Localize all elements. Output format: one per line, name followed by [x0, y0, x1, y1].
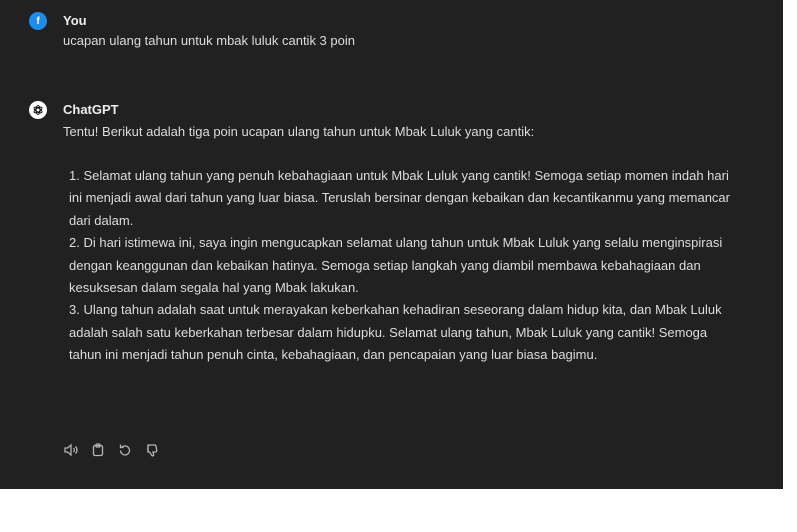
assistant-point: 3. Ulang tahun adalah saat untuk merayak…: [69, 302, 722, 363]
assistant-intro-text: Tentu! Berikut adalah tiga poin ucapan u…: [63, 124, 535, 139]
user-avatar: f: [29, 12, 47, 30]
assistant-point: 2. Di hari istimewa ini, saya ingin meng…: [69, 235, 723, 296]
thumbs-down-icon[interactable]: [144, 442, 160, 458]
assistant-point: 1. Selamat ulang tahun yang penuh kebaha…: [69, 168, 730, 228]
regenerate-icon[interactable]: [117, 442, 133, 458]
user-author-name: You: [63, 13, 87, 28]
speaker-icon[interactable]: [63, 442, 79, 458]
user-avatar-letter: f: [36, 15, 40, 27]
assistant-author-name: ChatGPT: [63, 102, 119, 117]
message-actions: [63, 442, 160, 458]
user-message-text: ucapan ulang tahun untuk mbak luluk cant…: [63, 33, 355, 48]
chat-panel: f You ucapan ulang tahun untuk mbak lulu…: [0, 0, 783, 489]
assistant-points-list: 1. Selamat ulang tahun yang penuh kebaha…: [69, 165, 734, 367]
chatgpt-logo-icon: [29, 101, 47, 119]
copy-icon[interactable]: [90, 442, 106, 458]
